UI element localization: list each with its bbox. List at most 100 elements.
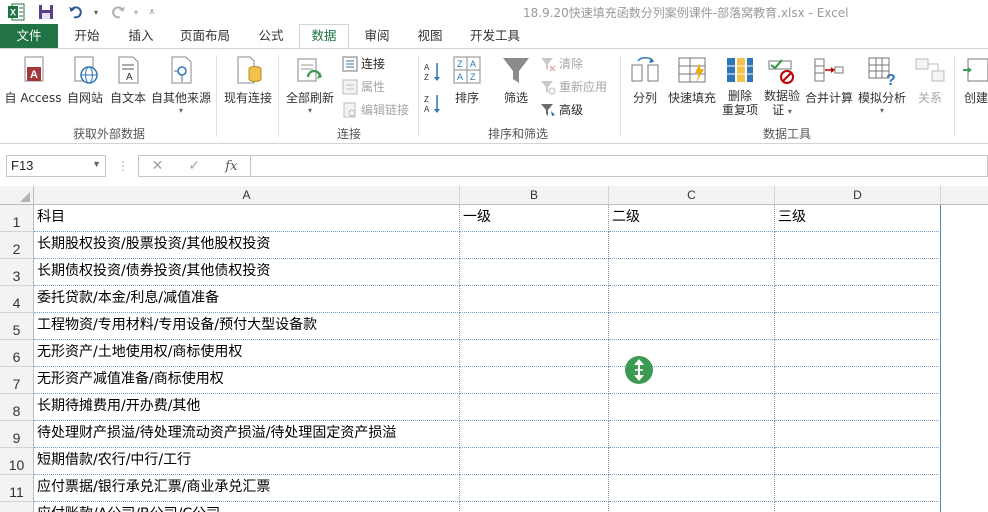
undo-dropdown-icon[interactable]: ▾ xyxy=(86,2,106,22)
cell-c[interactable] xyxy=(609,421,775,448)
data-validation-button[interactable]: 数据验 证 ▾ xyxy=(762,55,802,119)
cell-c[interactable] xyxy=(609,448,775,475)
cell-d[interactable] xyxy=(775,286,941,313)
tab-page-layout[interactable]: 页面布局 xyxy=(172,24,238,48)
sort-button[interactable]: ZAAZ 排序 xyxy=(448,55,486,106)
tab-view[interactable]: 视图 xyxy=(407,24,453,48)
tab-file[interactable]: 文件 xyxy=(0,24,58,48)
edit-links-button[interactable]: 编辑链接 xyxy=(342,101,409,118)
cell-b[interactable] xyxy=(460,313,609,340)
cell-c[interactable]: 二级 xyxy=(609,205,775,232)
formula-input[interactable] xyxy=(250,155,988,177)
create-group-button[interactable]: 创建 xyxy=(956,55,988,106)
tab-formulas[interactable]: 公式 xyxy=(248,24,294,48)
tab-insert[interactable]: 插入 xyxy=(118,24,164,48)
cell-a[interactable]: 无形资产/土地使用权/商标使用权 xyxy=(34,340,460,367)
clear-button[interactable]: 清除 xyxy=(540,55,583,72)
column-header-c[interactable]: C xyxy=(609,186,775,205)
cell-b[interactable] xyxy=(460,232,609,259)
tab-home[interactable]: 开始 xyxy=(64,24,110,48)
cell-a[interactable]: 长期待摊费用/开办费/其他 xyxy=(34,394,460,421)
cell-a[interactable]: 委托贷款/本金/利息/减值准备 xyxy=(34,286,460,313)
row-header[interactable]: 1 xyxy=(0,205,34,232)
existing-connections-button[interactable]: 现有连接 xyxy=(220,55,276,106)
tab-data[interactable]: 数据 xyxy=(299,24,349,49)
row-header[interactable]: 7 xyxy=(0,367,34,394)
cell-a[interactable]: 无形资产减值准备/商标使用权 xyxy=(34,367,460,394)
cell-c[interactable] xyxy=(609,286,775,313)
cell-d[interactable] xyxy=(775,394,941,421)
cell-a[interactable]: 长期股权投资/股票投资/其他股权投资 xyxy=(34,232,460,259)
cell-b[interactable] xyxy=(460,367,609,394)
cell-d[interactable] xyxy=(775,259,941,286)
insert-function-icon[interactable]: fx xyxy=(225,159,237,174)
from-access-button[interactable]: A 自 Access xyxy=(4,55,62,106)
cell-c[interactable] xyxy=(609,394,775,421)
cell-c[interactable] xyxy=(609,232,775,259)
filter-button[interactable]: 筛选 xyxy=(496,55,536,106)
tab-developer[interactable]: 开发工具 xyxy=(462,24,528,48)
select-all-corner[interactable] xyxy=(0,186,34,205)
row-header[interactable]: 12 xyxy=(0,502,34,512)
cell-b[interactable] xyxy=(460,448,609,475)
reapply-button[interactable]: 重新应用 xyxy=(540,78,607,95)
column-header-b[interactable]: B xyxy=(460,186,609,205)
cell-d[interactable] xyxy=(775,475,941,502)
cell-a[interactable]: 待处理财产损溢/待处理流动资产损溢/待处理固定资产损溢 xyxy=(34,421,460,448)
row-header[interactable]: 10 xyxy=(0,448,34,475)
advanced-filter-button[interactable]: 高级 xyxy=(540,101,583,118)
cell-b[interactable] xyxy=(460,421,609,448)
cell-a[interactable]: 长期债权投资/债券投资/其他债权投资 xyxy=(34,259,460,286)
row-header[interactable]: 4 xyxy=(0,286,34,313)
connections-button[interactable]: 连接 xyxy=(342,55,385,72)
cell-c[interactable] xyxy=(609,259,775,286)
cancel-icon[interactable]: ✕ xyxy=(152,158,164,174)
undo-icon[interactable] xyxy=(66,2,86,22)
what-if-analysis-button[interactable]: ? 模拟分析 ▾ xyxy=(856,55,908,115)
row-header[interactable]: 8 xyxy=(0,394,34,421)
sort-ascending-button[interactable]: AZ xyxy=(424,61,445,83)
cell-b[interactable] xyxy=(460,259,609,286)
cell-b[interactable] xyxy=(460,502,609,512)
relationships-button[interactable]: 关系 xyxy=(910,55,950,106)
column-header-a[interactable]: A xyxy=(34,186,460,205)
from-web-button[interactable]: 自网站 xyxy=(64,55,106,106)
cell-a[interactable]: 应付票据/银行承兑汇票/商业承兑汇票 xyxy=(34,475,460,502)
save-icon[interactable] xyxy=(36,2,56,22)
name-box[interactable]: F13 ▼ xyxy=(6,155,106,177)
cell-d[interactable] xyxy=(775,421,941,448)
properties-button[interactable]: 属性 xyxy=(342,78,385,95)
text-to-columns-button[interactable]: 分列 xyxy=(624,55,666,106)
row-header[interactable]: 6 xyxy=(0,340,34,367)
cell-b[interactable] xyxy=(460,286,609,313)
customize-qat-icon[interactable]: ⩡ xyxy=(142,2,162,22)
cell-b[interactable] xyxy=(460,340,609,367)
consolidate-button[interactable]: 合并计算 xyxy=(804,55,854,106)
flash-fill-button[interactable]: 快速填充 xyxy=(666,55,718,106)
cell-d[interactable] xyxy=(775,367,941,394)
cell-d[interactable] xyxy=(775,448,941,475)
cell-d[interactable] xyxy=(775,340,941,367)
sort-descending-button[interactable]: ZA xyxy=(424,93,445,115)
cell-b[interactable] xyxy=(460,475,609,502)
cell-d[interactable]: 三级 xyxy=(775,205,941,232)
cell-b[interactable] xyxy=(460,394,609,421)
cell-a[interactable]: 工程物资/专用材料/专用设备/预付大型设备款 xyxy=(34,313,460,340)
from-text-button[interactable]: A 自文本 xyxy=(108,55,148,106)
from-other-sources-button[interactable]: 自其他来源 ▾ xyxy=(150,55,212,115)
remove-duplicates-button[interactable]: 删除 重复项 xyxy=(720,55,760,117)
cell-a[interactable]: 短期借款/农行/中行/工行 xyxy=(34,448,460,475)
row-header[interactable]: 5 xyxy=(0,313,34,340)
cell-a[interactable]: 科目 xyxy=(34,205,460,232)
row-header[interactable]: 9 xyxy=(0,421,34,448)
cell-a[interactable]: 应付账款/A公司/B公司/C公司 xyxy=(34,502,460,512)
refresh-all-button[interactable]: 全部刷新 ▾ xyxy=(282,55,338,115)
cell-c[interactable] xyxy=(609,475,775,502)
cell-c[interactable] xyxy=(609,313,775,340)
cell-d[interactable] xyxy=(775,313,941,340)
cell-c[interactable] xyxy=(609,502,775,512)
tab-review[interactable]: 审阅 xyxy=(354,24,400,48)
cell-d[interactable] xyxy=(775,232,941,259)
row-header[interactable]: 11 xyxy=(0,475,34,502)
row-header[interactable]: 2 xyxy=(0,232,34,259)
